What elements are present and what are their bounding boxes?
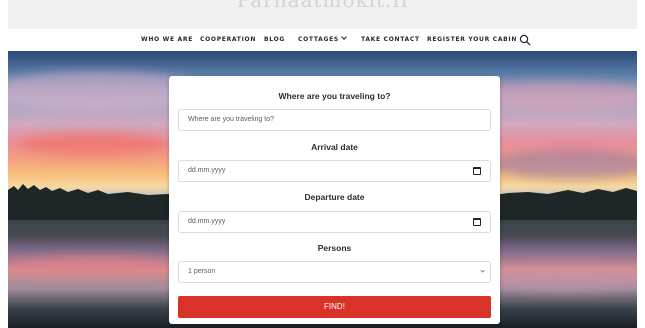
- chevron-down-icon: [480, 268, 485, 273]
- persons-select[interactable]: 1 person: [178, 261, 491, 283]
- destination-label: Where are you traveling to?: [278, 91, 391, 101]
- destination-input[interactable]: Where are you traveling to?: [178, 109, 491, 131]
- main-nav: WHO WE ARE COOPERATION BLOG COTTAGES TAK…: [0, 29, 645, 51]
- nav-item-cottages-label: COTTAGES: [298, 36, 339, 43]
- hero-cloud: [488, 149, 637, 179]
- search-icon[interactable]: [519, 34, 531, 46]
- arrival-date-input[interactable]: dd.mm.yyyy: [178, 160, 491, 182]
- hero-reflection: [478, 269, 637, 291]
- site-logo[interactable]: Parhaatmokit.fi: [8, 0, 637, 12]
- persons-selected-value: 1 person: [188, 268, 216, 275]
- departure-date-input[interactable]: dd.mm.yyyy: [178, 211, 491, 233]
- nav-item-who-we-are[interactable]: WHO WE ARE: [141, 36, 193, 43]
- nav-item-cottages[interactable]: COTTAGES: [298, 34, 347, 43]
- nav-item-take-contact[interactable]: TAKE CONTACT: [361, 36, 420, 43]
- calendar-icon[interactable]: [473, 167, 481, 175]
- search-form-card: Where are you traveling to? Where are yo…: [169, 76, 500, 324]
- nav-item-blog[interactable]: BLOG: [264, 36, 285, 43]
- calendar-icon[interactable]: [473, 218, 481, 226]
- departure-date-label: Departure date: [304, 192, 365, 202]
- nav-item-cooperation[interactable]: COOPERATION: [200, 36, 256, 43]
- departure-date-value: dd.mm.yyyy: [188, 218, 226, 225]
- arrival-date-label: Arrival date: [311, 142, 358, 152]
- hero-cloud: [18, 133, 168, 155]
- header-band: Parhaatmokit.fi: [8, 0, 637, 29]
- find-button[interactable]: FIND!: [178, 296, 491, 318]
- nav-item-register-your-cabin[interactable]: REGISTER YOUR CABIN: [427, 36, 517, 43]
- hero-reflection: [8, 256, 178, 276]
- chevron-down-icon: [341, 34, 347, 40]
- arrival-date-value: dd.mm.yyyy: [188, 167, 226, 174]
- persons-label: Persons: [317, 243, 352, 253]
